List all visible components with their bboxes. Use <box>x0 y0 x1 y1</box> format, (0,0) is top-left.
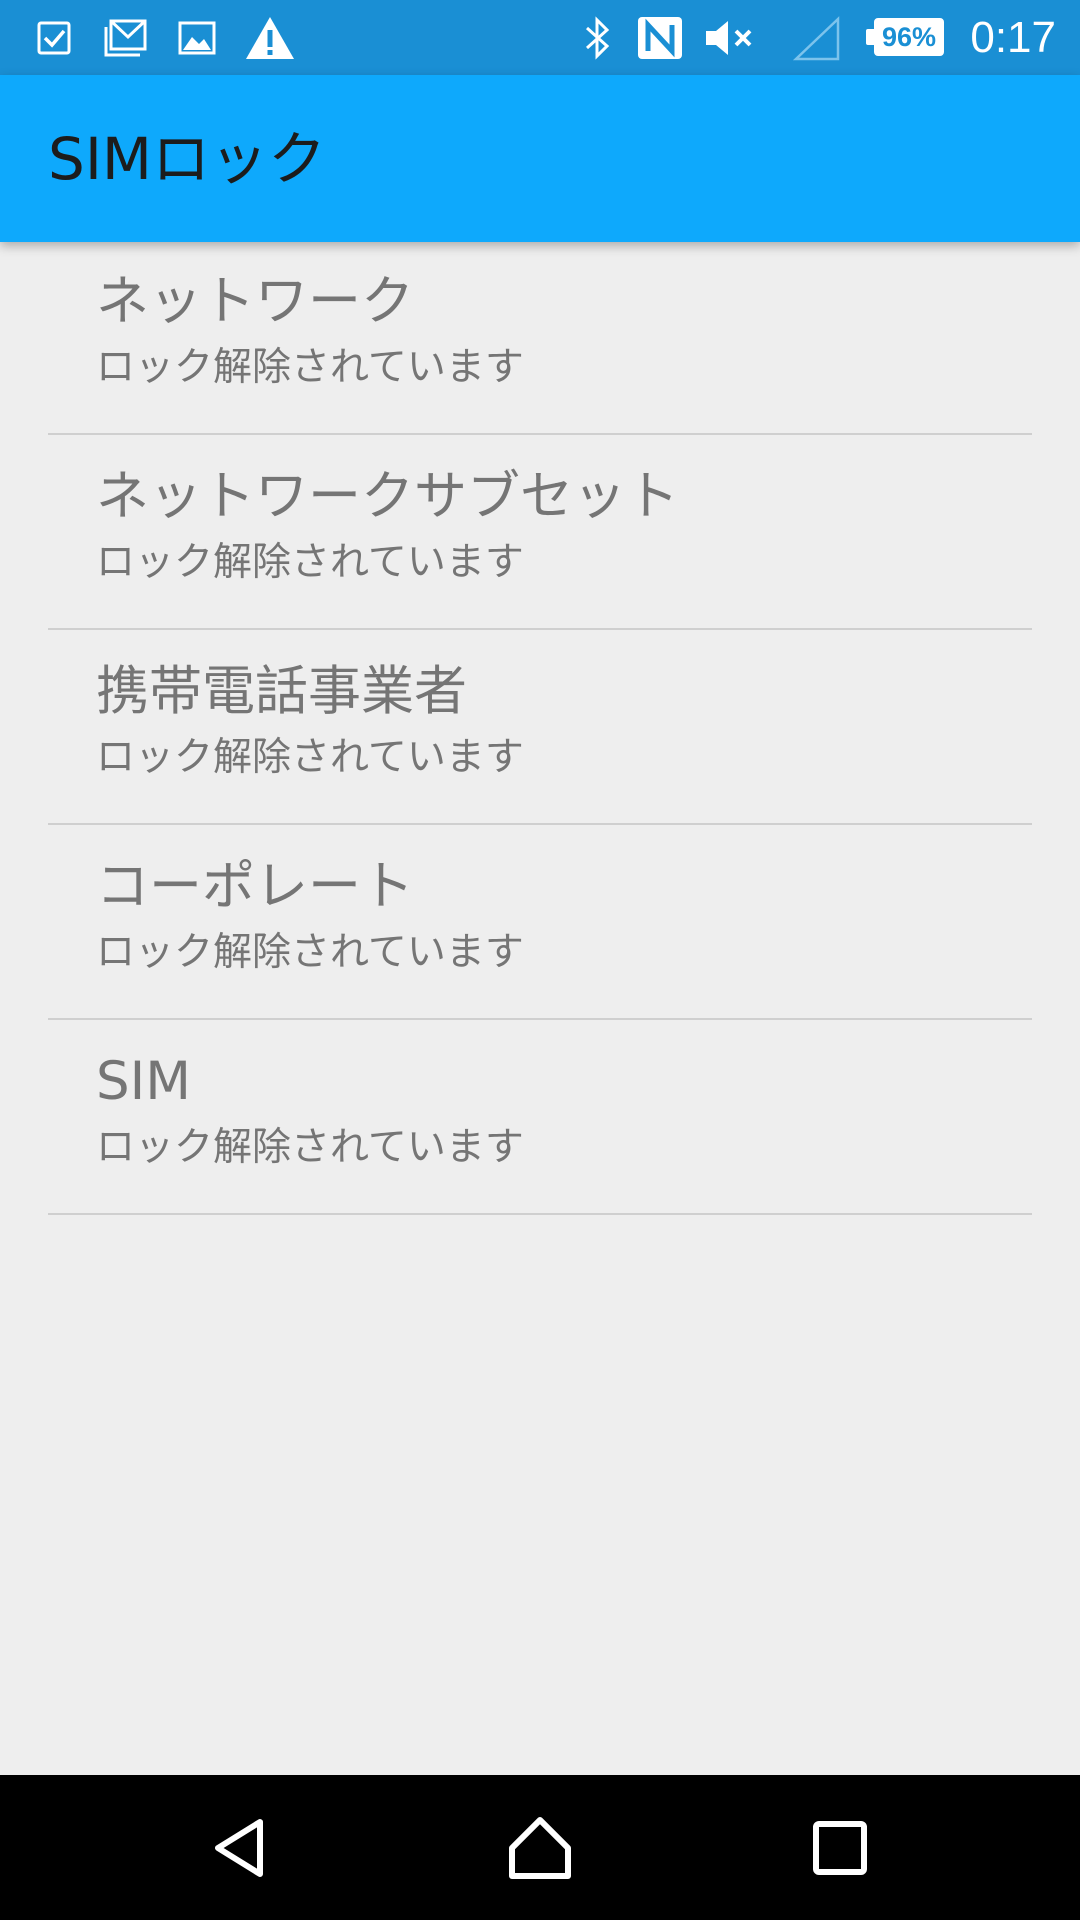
signal-icon <box>792 15 842 61</box>
list-item-network-subset[interactable]: ネットワークサブセット ロック解除されています <box>48 435 1032 630</box>
item-summary: ロック解除されています <box>96 930 524 975</box>
image-icon <box>174 15 220 61</box>
recents-icon <box>813 1820 867 1875</box>
item-title: ネットワークサブセット <box>96 466 679 527</box>
battery-percent: 96% <box>881 22 937 52</box>
item-summary: ロック解除されています <box>96 345 524 390</box>
item-title: ネットワーク <box>96 271 414 332</box>
list-item-sim[interactable]: SIM ロック解除されています <box>48 1020 1032 1215</box>
item-title: 携帯電話事業者 <box>96 661 467 722</box>
battery-icon: 96% <box>866 18 948 58</box>
item-summary: ロック解除されています <box>96 540 524 585</box>
status-time: 0:17 <box>970 13 1056 62</box>
bluetooth-icon <box>576 15 618 61</box>
list-item-corporate[interactable]: コーポレート ロック解除されています <box>48 825 1032 1020</box>
mute-icon <box>702 15 760 61</box>
status-bar: 96% 0:17 <box>0 0 1080 75</box>
navigation-bar <box>0 1775 1080 1920</box>
checkbox-icon <box>32 15 78 61</box>
recents-button[interactable] <box>750 1775 930 1920</box>
nfc-icon <box>636 15 684 61</box>
home-icon <box>509 1816 571 1879</box>
back-button[interactable] <box>150 1775 330 1920</box>
warning-icon <box>244 15 296 61</box>
list-item-carrier[interactable]: 携帯電話事業者 ロック解除されています <box>48 630 1032 825</box>
back-icon <box>215 1818 263 1877</box>
item-summary: ロック解除されています <box>96 735 524 780</box>
screen: 96% 0:17 SIMロック ネットワーク ロック解除されています ネットワー… <box>0 0 1080 1920</box>
item-title: コーポレート <box>96 856 414 917</box>
item-title: SIM <box>96 1051 192 1112</box>
page-title: SIMロック <box>48 125 326 193</box>
item-summary: ロック解除されています <box>96 1125 524 1170</box>
mail-icon <box>102 15 148 61</box>
home-button[interactable] <box>450 1775 630 1920</box>
sim-lock-list: ネットワーク ロック解除されています ネットワークサブセット ロック解除されてい… <box>0 242 1080 1215</box>
app-bar: SIMロック <box>0 75 1080 242</box>
list-item-network[interactable]: ネットワーク ロック解除されています <box>48 242 1032 435</box>
